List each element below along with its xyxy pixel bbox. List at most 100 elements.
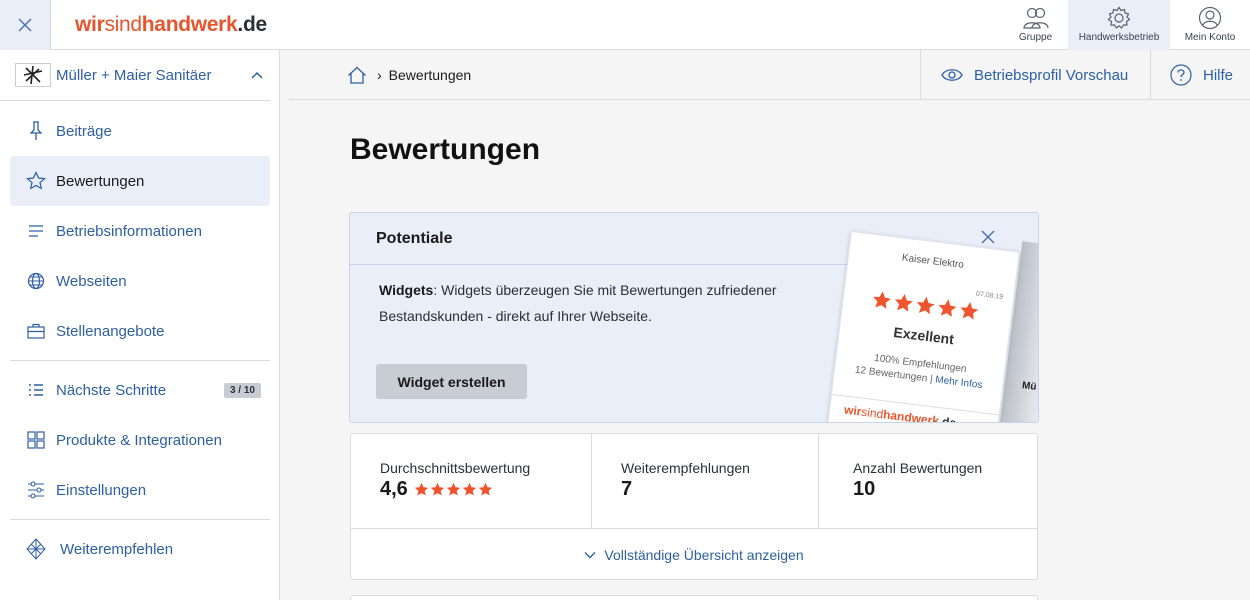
widget-footer-logo: wirsindhandwerk.de <box>828 393 999 423</box>
sliders-icon <box>28 481 44 499</box>
potentiale-text-bold: Widgets <box>379 282 434 298</box>
company-logo <box>15 63 51 87</box>
logo-part: .de <box>938 414 957 423</box>
logo-part: wir <box>75 12 105 36</box>
stat-value-text: 4,6 <box>380 478 408 500</box>
preview-label: Betriebsprofil Vorschau <box>974 66 1129 84</box>
sidebar-item-stellenangebote[interactable]: Stellenangebote <box>10 306 270 356</box>
sidebar-item-label: Nächste Schritte <box>56 381 167 399</box>
stat-value: 10 <box>853 478 876 500</box>
rating-stats: Durchschnittsbewertung 4,6 Weiterempfehl… <box>350 433 1038 580</box>
potentiale-text-body: : Widgets überzeugen Sie mit Bewertungen… <box>379 282 777 324</box>
eye-icon <box>941 69 963 81</box>
globe-icon <box>27 272 45 290</box>
next-card <box>350 595 1038 600</box>
stat-value: 4,6 <box>380 478 591 501</box>
user-icon <box>1198 6 1222 30</box>
nav-gruppe[interactable]: Gruppe <box>1003 0 1068 50</box>
potentiale-banner: Potentiale Widgets: Widgets überzeugen S… <box>349 212 1039 423</box>
sidebar-item-einstellungen[interactable]: Einstellungen <box>10 465 270 515</box>
full-overview-label: Vollständige Übersicht anzeigen <box>604 546 804 563</box>
logo-part: handwerk <box>141 12 238 36</box>
star-icon <box>414 482 429 496</box>
chevron-down-icon <box>584 551 596 558</box>
help-icon <box>1170 64 1192 86</box>
help-button[interactable]: Hilfe <box>1150 50 1250 100</box>
widget-date: 07.08.19 <box>975 290 1004 301</box>
company-switcher[interactable]: Müller + Maier Sanitäer <box>0 50 270 101</box>
sidebar-item-label: Stellenangebote <box>56 322 165 340</box>
grid-icon <box>27 431 45 449</box>
gear-icon <box>1107 6 1131 29</box>
widget-rating-label: Exzellent <box>892 324 955 348</box>
sidebar-item-bewertungen[interactable]: Bewertungen <box>10 156 270 206</box>
sidebar: Müller + Maier Sanitäer Beiträge Bewertu… <box>0 50 280 600</box>
chevron-up-icon <box>251 71 263 79</box>
potentiale-text: Widgets: Widgets überzeugen Sie mit Bewe… <box>379 277 819 329</box>
close-button[interactable] <box>0 0 51 50</box>
sidebar-item-label: Weiterempfehlen <box>60 540 174 558</box>
star-icon <box>938 299 957 317</box>
sidebar-item-produkte[interactable]: Produkte & Integrationen <box>10 415 270 465</box>
logo-part: .de <box>237 12 267 36</box>
widget-more-link: Mehr Infos <box>934 374 983 392</box>
stat-count: Anzahl Bewertungen 10 <box>819 434 1037 528</box>
close-banner-icon[interactable] <box>980 229 996 245</box>
potentiale-heading: Potentiale <box>350 213 868 265</box>
sub-header: › Bewertungen Betriebsprofil Vorschau Hi… <box>289 50 1250 100</box>
logo-part: handwerk <box>882 407 940 423</box>
widget-company-name: Kaiser Elektro <box>901 252 965 271</box>
progress-badge: 3 / 10 <box>223 382 261 398</box>
stat-stars <box>414 482 493 497</box>
profile-preview-button[interactable]: Betriebsprofil Vorschau <box>920 50 1150 100</box>
breadcrumb: › Bewertungen <box>347 66 471 84</box>
star-icon <box>462 482 477 496</box>
star-icon <box>446 482 461 496</box>
sidebar-item-weiterempfehlen[interactable]: Weiterempfehlen <box>10 524 270 574</box>
star-icon <box>960 302 979 320</box>
briefcase-icon <box>27 323 45 339</box>
sidebar-item-label: Betriebsinformationen <box>56 222 202 240</box>
sidebar-item-betriebsinformationen[interactable]: Betriebsinformationen <box>10 206 270 256</box>
diamond-icon <box>26 538 46 560</box>
stat-label: Anzahl Bewertungen <box>853 460 983 476</box>
stat-recommendations: Weiterempfehlungen 7 <box>592 434 819 528</box>
list-icon <box>29 384 43 396</box>
nav-handwerksbetrieb[interactable]: Handwerksbetrieb <box>1068 0 1170 50</box>
stat-label: Weiterempfehlungen <box>621 460 750 476</box>
sidebar-item-label: Produkte & Integrationen <box>56 431 222 449</box>
star-icon <box>916 296 935 315</box>
brand-logo[interactable]: wir sind handwerk .de <box>75 0 267 49</box>
sidebar-item-label: Webseiten <box>56 272 127 290</box>
widget-preview: Kaiser Elektro 07.08.19 Exzellent 100% E… <box>827 231 1020 423</box>
sidebar-item-webseiten[interactable]: Webseiten <box>10 256 270 306</box>
sidebar-item-naechste-schritte[interactable]: Nächste Schritte 3 / 10 <box>10 365 270 415</box>
sidebar-item-label: Bewertungen <box>56 172 145 190</box>
stat-average: Durchschnittsbewertung 4,6 <box>351 434 592 528</box>
stat-value: 7 <box>621 478 633 500</box>
stat-label: Durchschnittsbewertung <box>380 460 531 476</box>
pin-icon <box>29 121 43 140</box>
nav-label: Gruppe <box>1018 32 1053 43</box>
divider <box>10 360 270 361</box>
sidebar-item-label: Beiträge <box>56 122 112 140</box>
widget-stars <box>871 289 981 322</box>
star-icon <box>478 482 493 496</box>
home-icon[interactable] <box>347 66 367 84</box>
breadcrumb-separator: › <box>377 66 382 83</box>
star-outline-icon <box>26 171 46 190</box>
sidebar-item-beitraege[interactable]: Beiträge <box>10 106 270 156</box>
company-mark-icon <box>23 65 43 85</box>
nav-mein-konto[interactable]: Mein Konto <box>1170 0 1250 50</box>
page-title: Bewertungen <box>350 133 541 166</box>
help-label: Hilfe <box>1203 66 1234 84</box>
logo-part: sind <box>860 404 885 422</box>
logo-part: sind <box>104 12 142 36</box>
star-icon <box>894 294 913 312</box>
widget-create-button[interactable]: Widget erstellen <box>376 364 527 399</box>
lines-icon <box>29 225 43 237</box>
full-overview-link[interactable]: Vollständige Übersicht anzeigen <box>351 529 1037 580</box>
breadcrumb-current: Bewertungen <box>388 66 472 83</box>
group-icon <box>1022 7 1049 29</box>
nav-label: Handwerksbetrieb <box>1078 32 1160 43</box>
